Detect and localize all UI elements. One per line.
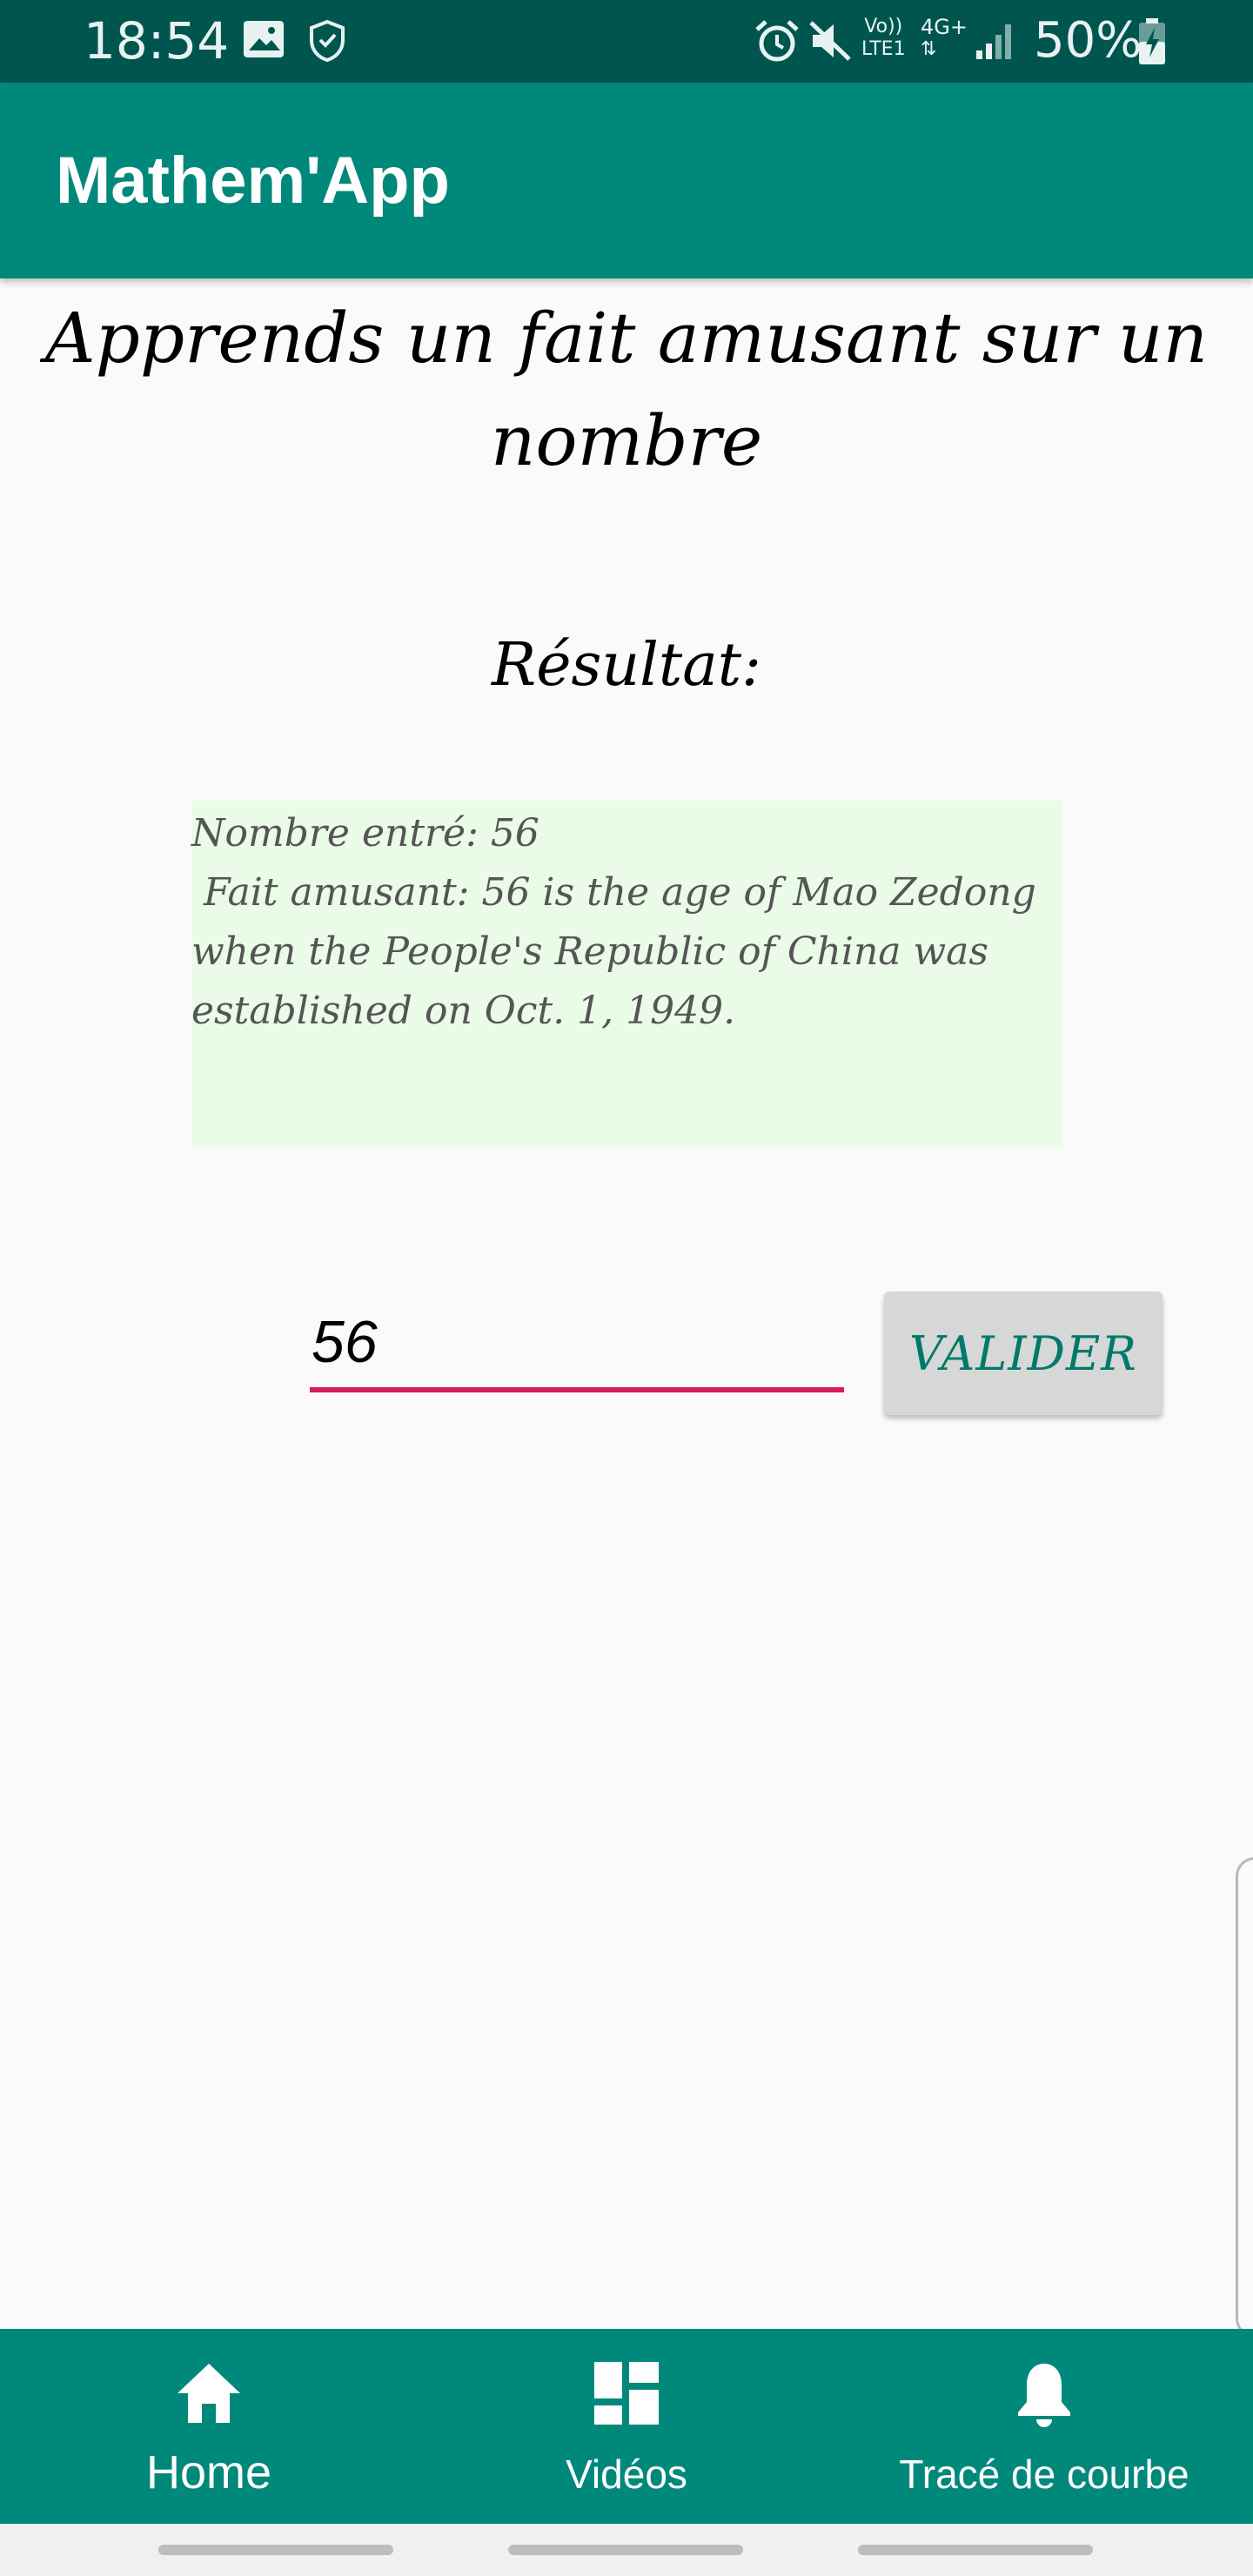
app-title: Mathem'App xyxy=(56,144,450,218)
alarm-icon xyxy=(755,20,799,62)
lte-label: LTE1 xyxy=(861,38,906,60)
volte-label: Vo)) xyxy=(864,16,903,37)
image-icon xyxy=(244,21,284,57)
app-bar: Mathem'App xyxy=(0,83,1253,278)
battery-percent: 50% xyxy=(1034,12,1142,69)
page-heading: Apprends un fait amusant sur un nombre xyxy=(44,298,1209,481)
battery-charging-icon xyxy=(1139,18,1165,64)
back-gesture-pill[interactable] xyxy=(858,2545,1093,2555)
nav-label-home: Home xyxy=(145,2446,272,2499)
status-time: 18:54 xyxy=(84,11,230,70)
4g-icon: 4G+ ⇅ xyxy=(921,16,968,61)
network-type-label: 4G+ xyxy=(921,15,968,39)
nav-item-videos[interactable]: Vidéos xyxy=(418,2329,835,2524)
signal-icon xyxy=(976,24,1011,59)
nav-item-home[interactable]: Home xyxy=(0,2329,418,2524)
bell-icon xyxy=(1018,2364,1070,2427)
shield-icon xyxy=(310,19,345,63)
result-box: Nombre entré: 56 Fait amusant: 56 is the… xyxy=(191,801,1062,1147)
nav-item-trace[interactable]: Tracé de courbe xyxy=(835,2329,1253,2524)
mute-icon xyxy=(809,21,851,61)
home-icon xyxy=(178,2364,240,2423)
result-text: Nombre entré: 56 Fait amusant: 56 is the… xyxy=(191,811,1036,1033)
system-navigation-bar xyxy=(0,2524,1253,2576)
recent-apps-gesture-pill[interactable] xyxy=(158,2545,393,2555)
result-label: Résultat: xyxy=(492,631,761,700)
data-arrows-icon: ⇅ xyxy=(921,38,937,60)
home-gesture-pill[interactable] xyxy=(508,2545,743,2555)
validate-button[interactable]: VALIDER xyxy=(884,1291,1163,1415)
status-bar: 18:54 Vo)) LTE1 4G+ ⇅ 50% xyxy=(0,0,1253,83)
volte-icon: Vo)) LTE1 xyxy=(861,16,906,61)
edge-panel-handle[interactable] xyxy=(1236,1857,1253,2338)
bottom-navigation: Home Vidéos Tracé de courbe xyxy=(0,2329,1253,2524)
nav-label-trace: Tracé de courbe xyxy=(899,2452,1189,2497)
dashboard-icon xyxy=(594,2362,659,2425)
number-input[interactable] xyxy=(310,1305,844,1392)
nav-label-videos: Vidéos xyxy=(566,2452,687,2497)
